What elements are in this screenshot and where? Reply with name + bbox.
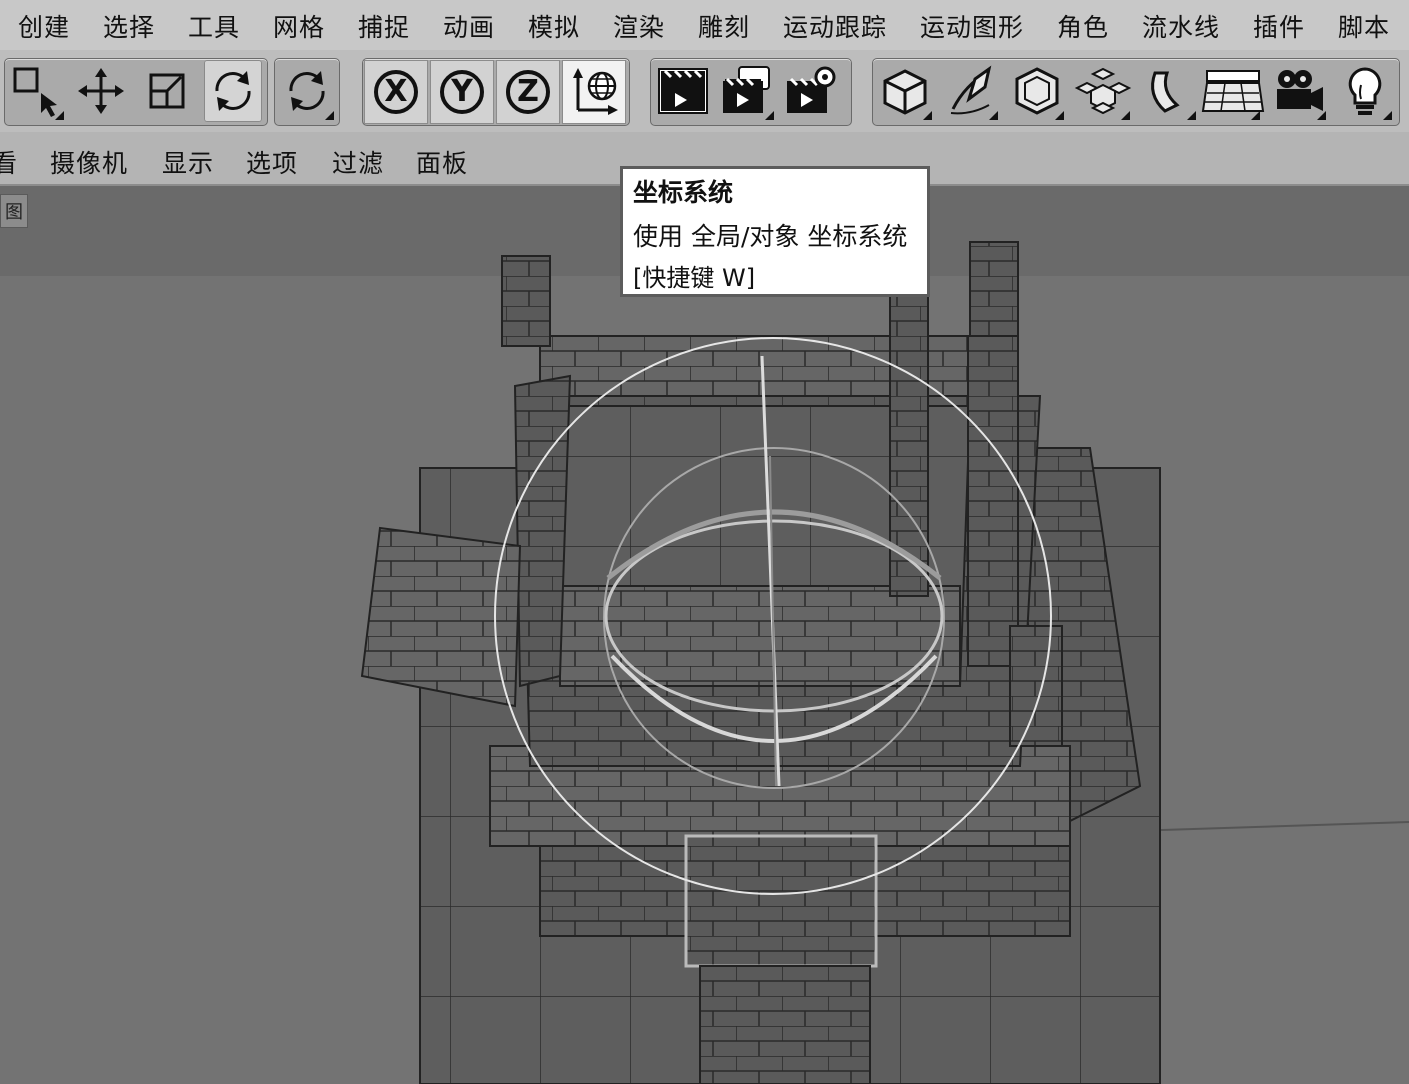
menu-plugins[interactable]: 插件 — [1253, 8, 1305, 44]
tooltip-shortcut: [快捷键 W] — [633, 264, 756, 292]
render-picture-viewer-button[interactable] — [718, 60, 776, 122]
toolbar: X Y Z — [0, 50, 1409, 132]
bend-deformer-button[interactable] — [1140, 60, 1198, 122]
right-tower — [969, 241, 1019, 347]
clapperboard-icon — [658, 68, 708, 114]
selection-arrow-icon — [13, 67, 57, 117]
menu-motion-tracking[interactable]: 运动跟踪 — [783, 8, 887, 44]
menu-create[interactable]: 创建 — [18, 8, 70, 44]
menu-script[interactable]: 脚本 — [1338, 8, 1390, 44]
cube-icon — [883, 69, 927, 115]
tooltip-description: 使用 全局/对象 坐标系统 — [633, 222, 908, 251]
scene-render — [0, 186, 1409, 1084]
pen-icon — [950, 65, 992, 115]
y-axis-icon: Y — [440, 70, 484, 114]
3d-viewport[interactable]: 图 — [0, 186, 1409, 1084]
viewport-menu-view[interactable]: 看 — [0, 144, 18, 180]
clapperboard-gear-icon — [787, 66, 836, 113]
menu-character[interactable]: 角色 — [1057, 8, 1109, 44]
viewport-menu-options[interactable]: 选项 — [246, 144, 298, 180]
subdivision-surface-button[interactable] — [1008, 60, 1066, 122]
left-tower — [501, 255, 551, 347]
z-axis-icon: Z — [506, 70, 550, 114]
light-button[interactable] — [1336, 60, 1394, 122]
coordinate-system-button[interactable] — [562, 60, 626, 124]
menu-sculpt[interactable]: 雕刻 — [698, 8, 750, 44]
camera-button[interactable] — [1270, 60, 1328, 122]
move-arrows-icon — [78, 68, 124, 114]
menu-pipeline[interactable]: 流水线 — [1142, 8, 1220, 44]
live-selection-button[interactable] — [8, 60, 66, 122]
menu-render[interactable]: 渲染 — [613, 8, 665, 44]
rotate-button[interactable] — [204, 60, 262, 122]
menu-simulate[interactable]: 模拟 — [528, 8, 580, 44]
menu-mesh[interactable]: 网格 — [273, 8, 325, 44]
viewport-panel-tag[interactable]: 图 — [0, 194, 28, 228]
recent-tool-button[interactable] — [278, 60, 336, 122]
floor-icon — [1201, 70, 1265, 112]
rotate-recent-icon — [289, 71, 325, 111]
x-axis-lock-button[interactable]: X — [364, 60, 428, 124]
move-button[interactable] — [72, 60, 130, 122]
menu-snap[interactable]: 捕捉 — [358, 8, 410, 44]
main-menu-bar: 创建 选择 工具 网格 捕捉 动画 模拟 渲染 雕刻 运动跟踪 运动图形 角色 … — [0, 0, 1409, 50]
cloner-button[interactable] — [1074, 60, 1132, 122]
subdivision-cube-icon — [1015, 67, 1059, 115]
viewport-menu-display[interactable]: 显示 — [162, 144, 214, 180]
menu-select[interactable]: 选择 — [103, 8, 155, 44]
camera-icon — [1277, 70, 1323, 111]
left-block — [360, 526, 522, 708]
menu-animate[interactable]: 动画 — [443, 8, 495, 44]
floor-button[interactable] — [1201, 60, 1265, 122]
bend-icon — [1151, 71, 1180, 113]
clapperboard-picture-icon — [723, 66, 770, 113]
scale-icon — [149, 73, 185, 109]
coordinate-system-icon — [573, 68, 618, 115]
tooltip-title: 坐标系统 — [633, 178, 734, 207]
x-axis-icon: X — [374, 70, 418, 114]
y-axis-lock-button[interactable]: Y — [430, 60, 494, 124]
rotate-icon — [215, 71, 251, 111]
scale-button[interactable] — [138, 60, 196, 122]
menu-tools[interactable]: 工具 — [188, 8, 240, 44]
render-settings-button[interactable] — [782, 60, 840, 122]
viewport-menu-filter[interactable]: 过滤 — [332, 144, 384, 180]
menu-mograph[interactable]: 运动图形 — [920, 8, 1024, 44]
render-view-button[interactable] — [654, 60, 712, 122]
z-axis-lock-button[interactable]: Z — [496, 60, 560, 124]
coordinate-system-tooltip: 坐标系统 使用 全局/对象 坐标系统 [快捷键 W] — [620, 166, 930, 297]
viewport-menu-cameras[interactable]: 摄像机 — [50, 144, 128, 180]
cloner-icon — [1074, 67, 1132, 115]
pen-button[interactable] — [942, 60, 1000, 122]
cube-button[interactable] — [876, 60, 934, 122]
viewport-menu-panel[interactable]: 面板 — [416, 144, 468, 180]
light-bulb-icon — [1348, 67, 1382, 115]
